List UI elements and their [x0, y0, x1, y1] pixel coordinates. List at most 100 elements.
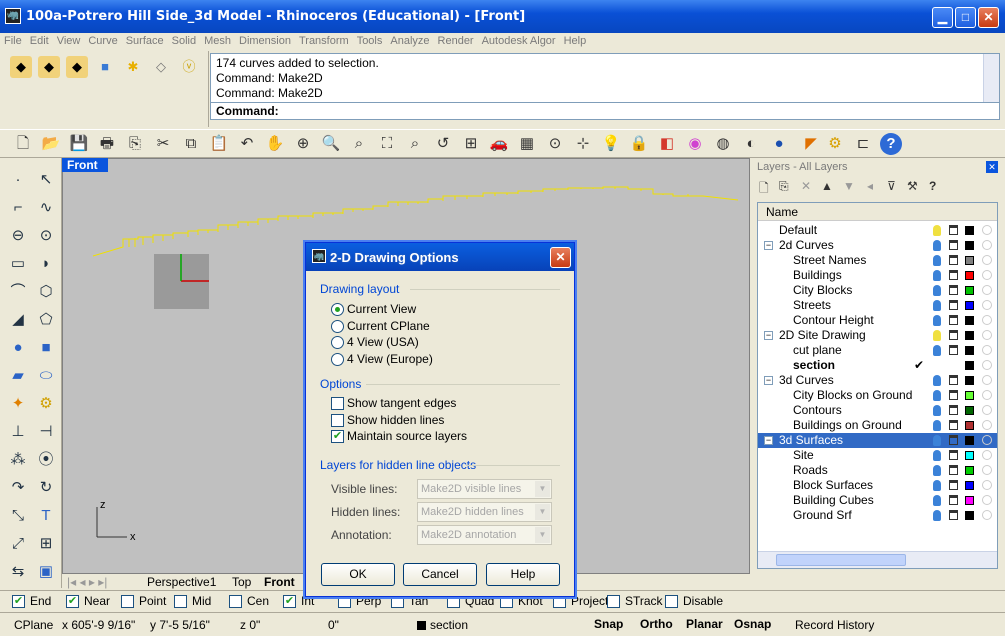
material-circle-icon[interactable]	[982, 270, 992, 280]
material-circle-icon[interactable]	[982, 480, 992, 490]
chevron-down-icon[interactable]: ▼	[535, 504, 550, 520]
gear-icon[interactable]: ✱	[122, 56, 144, 78]
material-circle-icon[interactable]	[982, 315, 992, 325]
material-circle-icon[interactable]	[982, 300, 992, 310]
menu-edit[interactable]: Edit	[26, 34, 53, 49]
layer-color-swatch[interactable]	[965, 451, 974, 460]
menu-dimension[interactable]: Dimension	[235, 34, 295, 49]
layer-color-swatch[interactable]	[965, 421, 974, 430]
layer-name[interactable]: section	[793, 358, 835, 373]
lock-icon[interactable]	[949, 315, 958, 325]
layer-row[interactable]: −3d Curves	[758, 373, 997, 388]
visibility-bulb-icon[interactable]	[933, 390, 941, 401]
layer-row[interactable]: cut plane	[758, 343, 997, 358]
srf-pt-icon[interactable]: ⬠	[34, 308, 58, 332]
layer-name[interactable]: 2D Site Drawing	[779, 328, 866, 343]
option-checkbox[interactable]	[331, 413, 344, 427]
layer-color-swatch[interactable]	[965, 241, 974, 250]
material-circle-icon[interactable]	[982, 345, 992, 355]
osnap-checkbox[interactable]	[665, 595, 678, 608]
lock-icon[interactable]	[949, 510, 958, 520]
layer-row[interactable]: section ✔	[758, 358, 997, 373]
print-icon[interactable]: 🖶	[96, 133, 118, 155]
option-label[interactable]: Show tangent edges	[347, 396, 456, 410]
material-circle-icon[interactable]	[982, 390, 992, 400]
dialog-close-button[interactable]: ✕	[550, 247, 571, 268]
layer-dropdown[interactable]: Make2D hidden lines ▼	[417, 502, 552, 522]
snap-toggle[interactable]: Snap	[594, 617, 623, 631]
tab-front[interactable]: Front	[264, 574, 295, 590]
history-scrollbar[interactable]	[983, 54, 999, 102]
viewport-title[interactable]: Front	[62, 158, 108, 172]
layer-name[interactable]: cut plane	[793, 343, 842, 358]
paste-icon[interactable]: 📋	[208, 133, 230, 155]
material-circle-icon[interactable]	[982, 450, 992, 460]
ok-button[interactable]: OK	[321, 563, 395, 586]
visibility-bulb-icon[interactable]	[933, 495, 941, 506]
move-down-icon[interactable]: ▼	[843, 179, 855, 193]
curve-icon[interactable]: ∿	[34, 196, 58, 220]
copy-icon[interactable]: ⧉	[180, 133, 202, 155]
layer-name[interactable]: Ground Srf	[793, 508, 852, 523]
material-circle-icon[interactable]	[982, 285, 992, 295]
menu-render[interactable]: Render	[434, 34, 478, 49]
lock-icon[interactable]	[949, 240, 958, 250]
select-arrow-icon[interactable]: ↖	[34, 168, 58, 192]
arc-icon[interactable]: ◗	[34, 252, 58, 276]
layer-color-swatch[interactable]	[965, 406, 974, 415]
lock-icon[interactable]	[949, 270, 958, 280]
check-circle-icon[interactable]: ⓥ	[178, 56, 200, 78]
layer-row[interactable]: Roads	[758, 463, 997, 478]
lock-icon[interactable]	[949, 225, 958, 235]
layer-name[interactable]: Roads	[793, 463, 828, 478]
visibility-bulb-icon[interactable]	[933, 420, 941, 431]
dimension-icon[interactable]: ⤢	[6, 532, 30, 556]
circle-icon[interactable]: ⊙	[34, 224, 58, 248]
export-icon[interactable]: ⎘	[124, 133, 146, 155]
text-icon[interactable]: T	[34, 504, 58, 528]
osnap-label[interactable]: Disable	[683, 595, 723, 608]
point-icon[interactable]: ·	[6, 168, 30, 192]
osnap-label[interactable]: Mid	[192, 595, 211, 608]
maximize-button[interactable]: □	[955, 7, 976, 28]
visibility-bulb-icon[interactable]	[933, 510, 941, 521]
layer-color-swatch[interactable]	[965, 271, 974, 280]
zoom-extents-icon[interactable]: ⛶	[376, 133, 398, 155]
layer-name[interactable]: 2d Curves	[779, 238, 834, 253]
menu-help[interactable]: Help	[560, 34, 591, 49]
zoom-selected-icon[interactable]: ⌕	[404, 133, 426, 155]
sphere-icon[interactable]: ●	[6, 336, 30, 360]
color-wheel-icon[interactable]: ◉	[684, 133, 706, 155]
layer-color-swatch[interactable]	[965, 301, 974, 310]
grid-plane-icon[interactable]: ▦	[516, 133, 538, 155]
lock-icon[interactable]	[949, 330, 958, 340]
visibility-bulb-icon[interactable]	[933, 300, 941, 311]
layer-row[interactable]: Buildings	[758, 268, 997, 283]
lock-icon[interactable]	[949, 285, 958, 295]
layer-expander-icon[interactable]: −	[764, 331, 773, 340]
material-circle-icon[interactable]	[982, 255, 992, 265]
layer-color-swatch[interactable]	[965, 346, 974, 355]
layer-name[interactable]: 3d Curves	[779, 373, 834, 388]
osnap-checkbox[interactable]: ✔	[12, 595, 25, 608]
layout-radio[interactable]	[331, 319, 344, 333]
move-up-icon[interactable]: ▲	[821, 179, 833, 193]
tab-top[interactable]: Top	[232, 574, 251, 590]
rotate-icon[interactable]: ↻	[34, 476, 58, 500]
layer-row[interactable]: Buildings on Ground	[758, 418, 997, 433]
help-icon[interactable]: ?	[880, 133, 902, 155]
visibility-bulb-icon[interactable]	[933, 330, 941, 341]
visibility-bulb-icon[interactable]	[933, 450, 941, 461]
osnap-toggle[interactable]: Osnap	[734, 617, 771, 631]
lock-icon[interactable]	[949, 345, 958, 355]
osnap-near-icon[interactable]: ◆	[38, 56, 60, 78]
menu-mesh[interactable]: Mesh	[200, 34, 235, 49]
split-icon[interactable]: ⊣	[34, 420, 58, 444]
save-icon[interactable]: 💾	[68, 133, 90, 155]
material-circle-icon[interactable]	[982, 240, 992, 250]
trim-icon[interactable]: ⊥	[6, 420, 30, 444]
visibility-bulb-icon[interactable]	[933, 240, 941, 251]
render-sphere-icon[interactable]: ●	[768, 133, 790, 155]
new-file-icon[interactable]: 🗋	[12, 133, 34, 155]
visibility-bulb-icon[interactable]	[933, 480, 941, 491]
